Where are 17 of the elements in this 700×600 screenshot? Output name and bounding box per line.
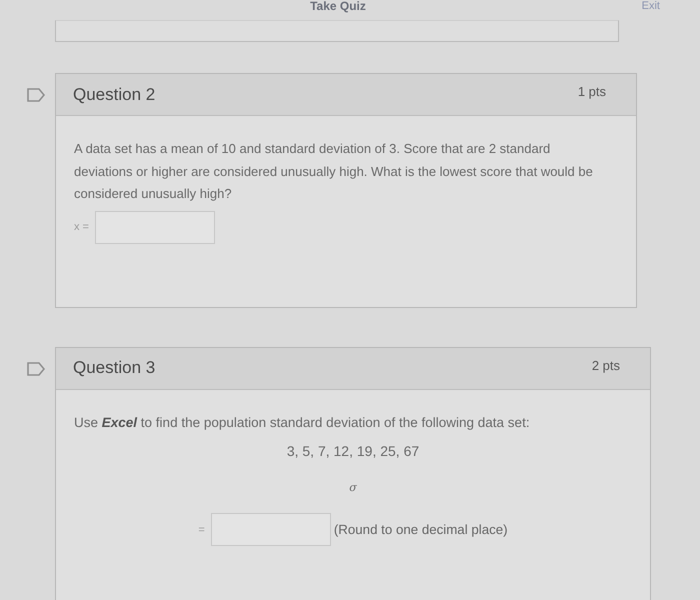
question-title: Question 3 bbox=[73, 358, 156, 378]
question-text: Use Excel to find the population standard deviation of the following data set: bbox=[74, 414, 531, 432]
page-title: Take Quiz bbox=[310, 0, 366, 14]
flag-icon[interactable] bbox=[27, 362, 45, 376]
sigma-symbol: σ bbox=[349, 481, 357, 494]
data-values: 3, 5, 7, 12, 19, 25, 67 bbox=[286, 443, 420, 459]
points-label: 1 pts bbox=[578, 84, 606, 99]
answer-field[interactable] bbox=[94, 210, 215, 244]
answer-label: = bbox=[198, 524, 205, 536]
exit-button[interactable]: Exit bbox=[640, 0, 662, 12]
rounding-note: (Round to one decimal place) bbox=[334, 522, 508, 537]
question-text: A data set has a mean of 10 and standard deviation of 3. Score that are 2 standard deviations or higher are considered unusually high. What is the lowest score that would be considered unusually high? bbox=[74, 140, 594, 203]
flag-icon[interactable] bbox=[27, 88, 45, 102]
answer-label: x = bbox=[74, 221, 89, 233]
points-label: 2 pts bbox=[592, 358, 620, 372]
question-title: Question 2 bbox=[73, 84, 156, 104]
answer-field[interactable] bbox=[210, 513, 331, 546]
